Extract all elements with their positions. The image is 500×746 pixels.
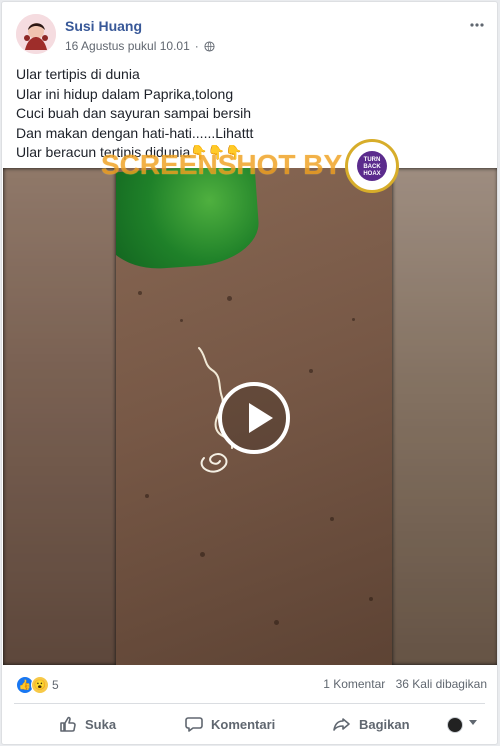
more-options-icon — [470, 23, 484, 27]
turn-back-hoax-stamp: TURN BACK HOAX — [345, 139, 399, 193]
comment-label: Komentari — [211, 716, 276, 732]
play-icon[interactable] — [218, 382, 290, 454]
thumb-up-icon — [60, 716, 76, 732]
stamp-hoax: HOAX — [363, 171, 381, 177]
reaction-count: 5 — [52, 678, 59, 692]
stamp-back: BACK — [363, 164, 381, 170]
video-blur-right — [392, 168, 497, 665]
post-line-1: Ular tertipis di dunia — [16, 66, 140, 82]
post-actions: Suka Komentari Bagikan — [14, 710, 487, 738]
screenshot-watermark: SCREENSHOT BY — [101, 149, 343, 180]
post-author[interactable]: Susi Huang — [65, 18, 142, 34]
share-label: Bagikan — [359, 716, 410, 732]
turn-back-hoax-badge: TURN BACK HOAX — [357, 151, 387, 181]
dot-separator: · — [194, 39, 199, 53]
globe-icon[interactable] — [204, 40, 215, 52]
like-button[interactable]: Suka — [59, 710, 116, 738]
post-date[interactable]: 16 Agustus pukul 10.01 — [65, 39, 190, 53]
post-meta: 16 Agustus pukul 10.01 · — [65, 39, 215, 53]
post-header: Susi Huang 16 Agustus pukul 10.01 · — [16, 14, 487, 58]
post-line-3: Cuci buah dan sayuran sampai bersih — [16, 105, 252, 121]
audience-avatar[interactable] — [447, 717, 463, 733]
engagement-summary: 1 Komentar 36 Kali dibagikan — [316, 677, 487, 691]
wow-reaction-icon: 😮 — [31, 676, 49, 694]
share-icon — [333, 718, 350, 731]
post-line-2: Ular ini hidup dalam Paprika,tolong — [16, 85, 234, 102]
stamp-turn: TURN — [363, 157, 381, 163]
facebook-post-card: Susi Huang 16 Agustus pukul 10.01 · Ular… — [1, 1, 498, 745]
comment-icon — [185, 717, 203, 732]
post-text: Ular tertipis di dunia Ular ini hidup da… — [16, 65, 476, 163]
reaction-summary[interactable]: 👍 😮 5 — [16, 676, 59, 694]
video-blur-left — [3, 168, 116, 665]
video-player[interactable] — [3, 168, 497, 665]
comment-count-link[interactable]: 1 Komentar — [323, 677, 385, 691]
share-count-link[interactable]: 36 Kali dibagikan — [396, 677, 487, 691]
like-label: Suka — [85, 716, 117, 732]
profile-avatar[interactable] — [16, 14, 56, 54]
actions-divider — [14, 703, 485, 704]
profile-photo-icon — [16, 14, 56, 54]
share-button[interactable]: Bagikan — [333, 710, 410, 738]
chevron-down-icon[interactable] — [469, 720, 477, 725]
more-horizontal-icon[interactable] — [467, 16, 487, 36]
post-line-4: Dan makan dengan hati-hati......Lihattt — [16, 124, 254, 141]
comment-button[interactable]: Komentari — [185, 710, 275, 738]
